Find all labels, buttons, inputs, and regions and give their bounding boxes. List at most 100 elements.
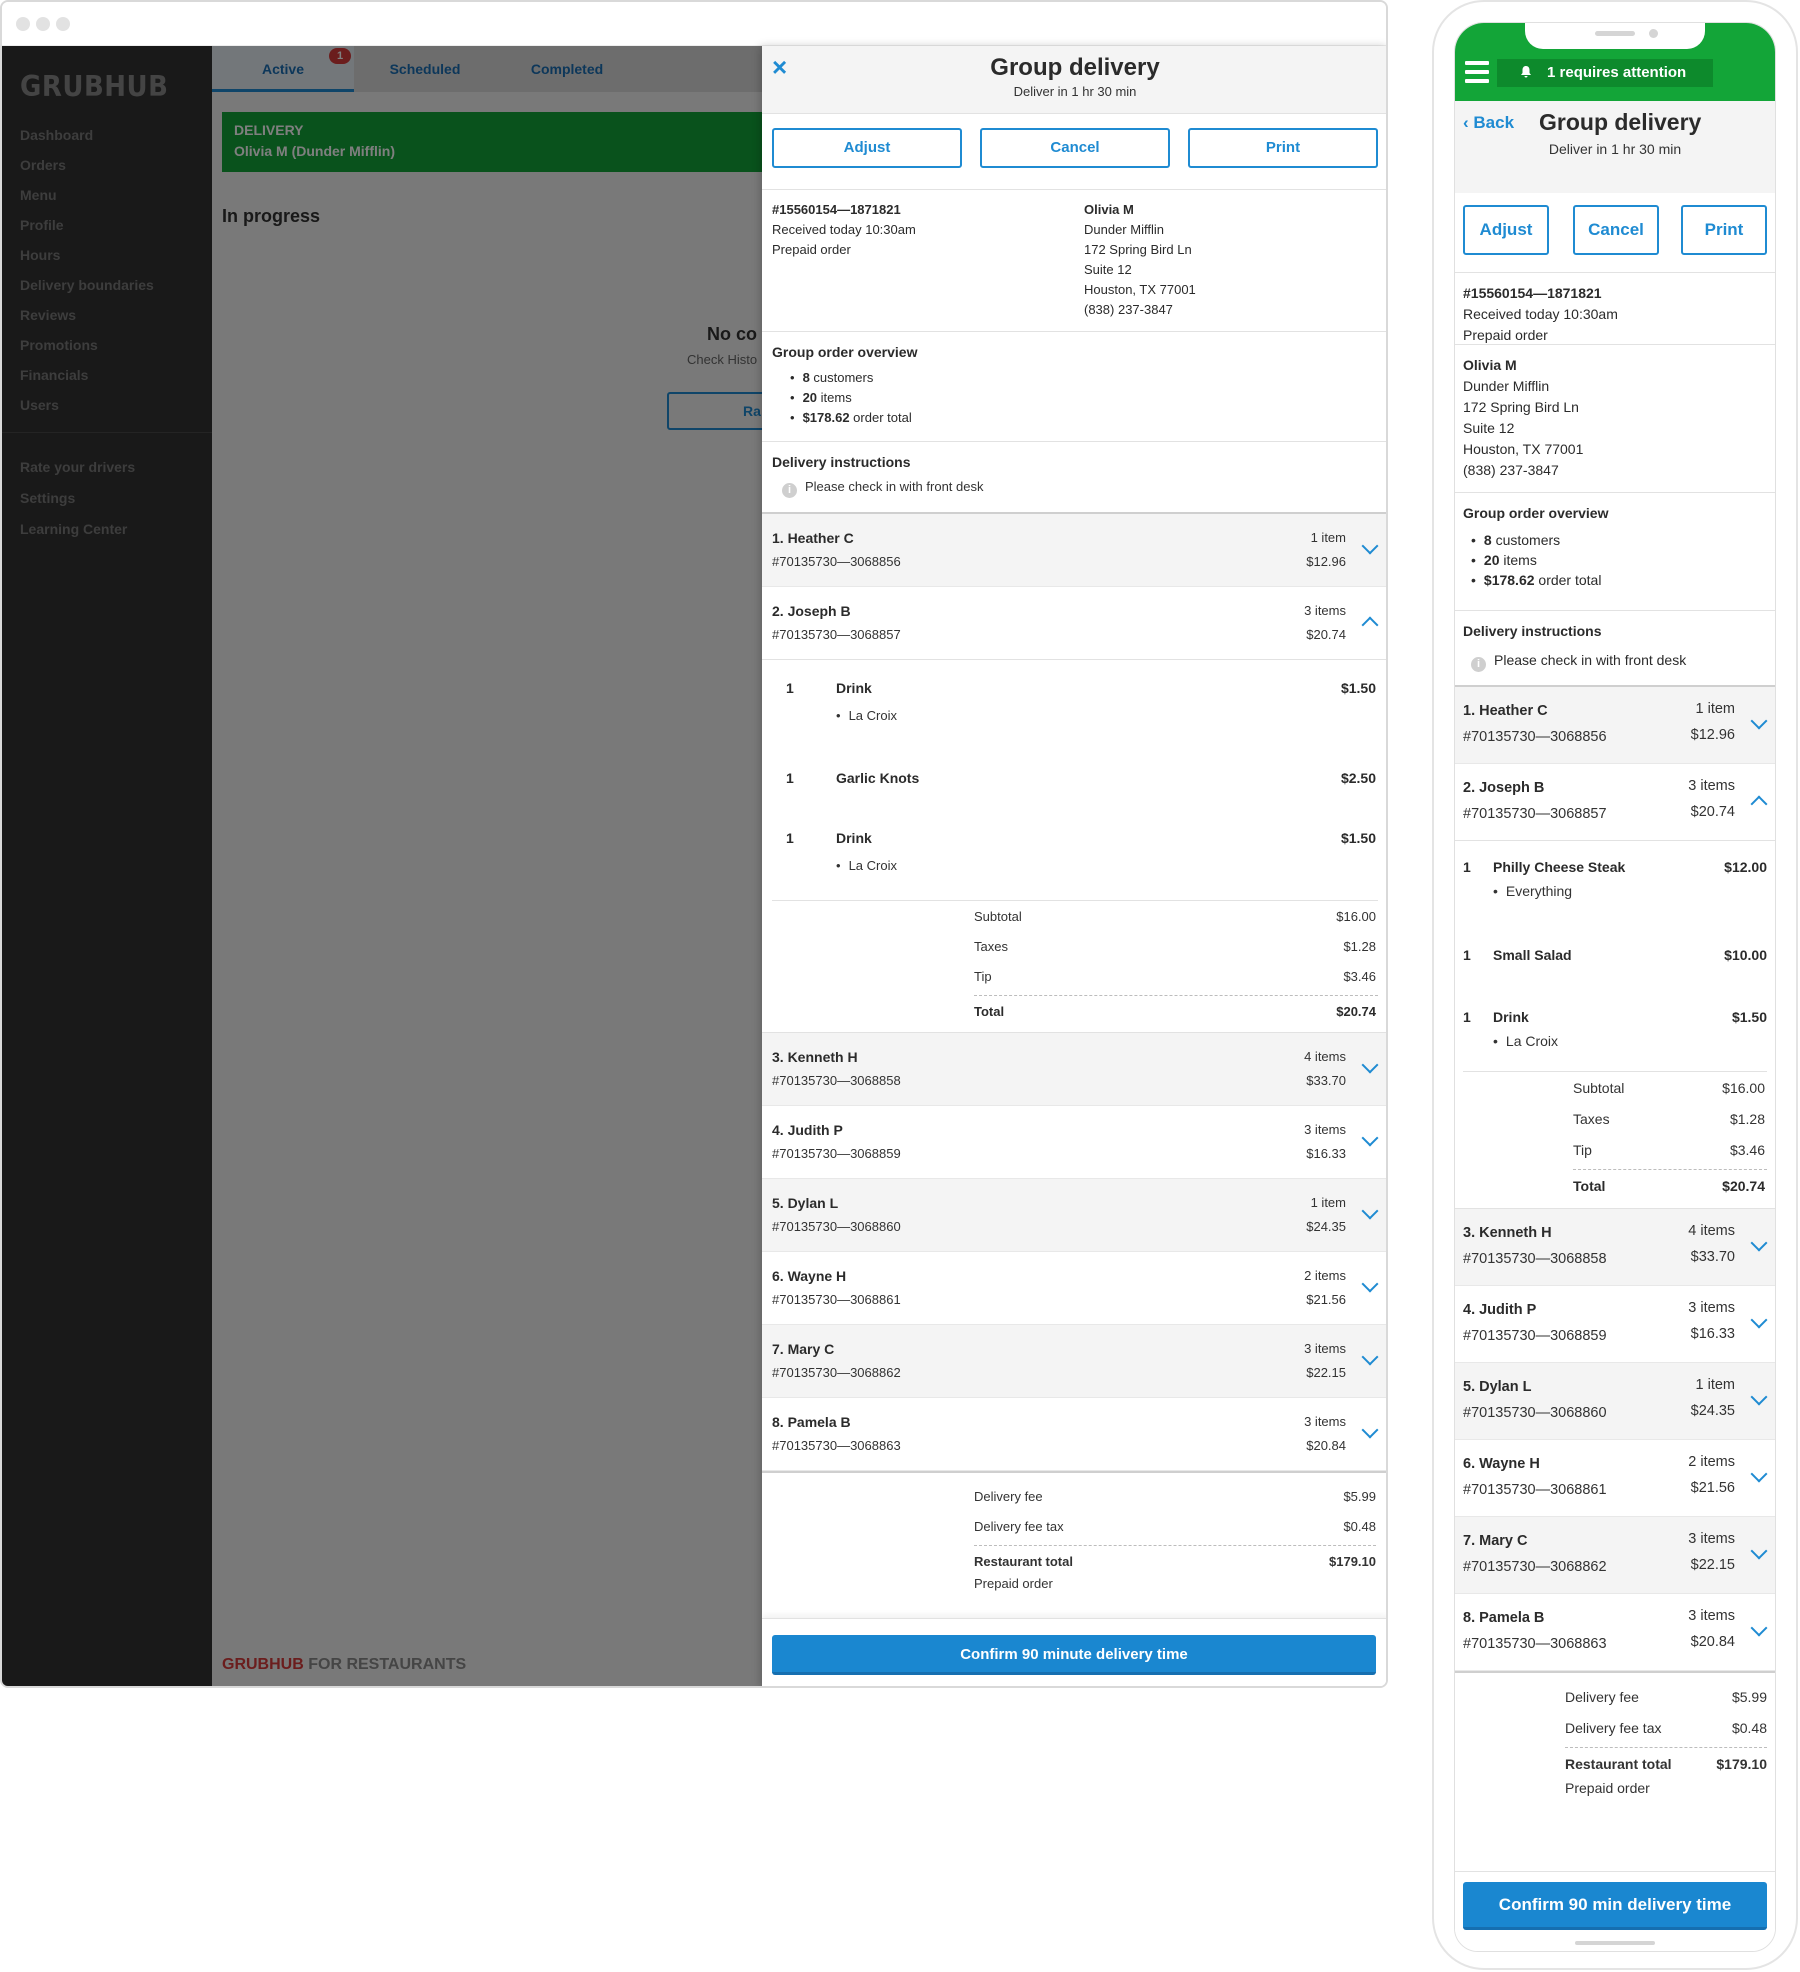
window-close-dot[interactable] (16, 17, 30, 31)
chevron-down-icon[interactable] (1750, 712, 1768, 730)
customer-row-name: 2. Joseph B (772, 603, 851, 619)
close-icon[interactable]: × (772, 54, 787, 80)
customer-row[interactable]: 7. Mary C #70135730—3068862 3 items $22.… (762, 1325, 1386, 1398)
customer-row[interactable]: 6. Wayne H #70135730—3068861 2 items $21… (762, 1252, 1386, 1325)
customer-street: 172 Spring Bird Ln (1463, 399, 1579, 415)
overview-total: $178.62 order total (1471, 570, 1767, 590)
customer-row[interactable]: 1. Heather C #70135730—3068856 1 item $1… (762, 514, 1386, 587)
customer-row[interactable]: 7. Mary C #70135730—3068862 3 items $22.… (1455, 1517, 1775, 1594)
restaurant-totals: Delivery fee $5.99 Delivery fee tax $0.48 … (762, 1471, 1386, 1601)
customer-suite: Suite 12 (1084, 262, 1132, 277)
print-button[interactable]: Print (1681, 205, 1767, 255)
chevron-down-icon[interactable] (1361, 1129, 1379, 1147)
customer-phone: (838) 237-3847 (1463, 462, 1559, 478)
chevron-down-icon[interactable] (1361, 1275, 1379, 1293)
customer-row[interactable]: 5. Dylan L #70135730—3068860 1 item $24.… (1455, 1363, 1775, 1440)
customer-row-order: #70135730—3068861 (772, 1292, 901, 1307)
customer-row-amount: $12.96 (1690, 727, 1735, 743)
customer-phone: (838) 237-3847 (1084, 302, 1173, 317)
chevron-down-icon[interactable] (1750, 1542, 1768, 1560)
chevron-down-icon[interactable] (1750, 1234, 1768, 1252)
customer-row-count: 2 items (1304, 1268, 1346, 1283)
bell-icon (1521, 66, 1531, 78)
customer-row-name: 7. Mary C (772, 1341, 835, 1357)
line-item: 1 Drink $1.50 La Croix (1455, 991, 1775, 1071)
item-name: Garlic Knots (836, 770, 920, 786)
item-price: $10.00 (1724, 947, 1767, 963)
customer-row-amount: $33.70 (1306, 1073, 1346, 1088)
item-option: La Croix (836, 858, 897, 873)
adjust-button[interactable]: Adjust (772, 128, 962, 168)
customer-row[interactable]: 3. Kenneth H #70135730—3068858 4 items $… (762, 1033, 1386, 1106)
chevron-down-icon[interactable] (1361, 1056, 1379, 1074)
customer-row-count: 4 items (1304, 1049, 1346, 1064)
phone-header: ‹ Back Group delivery Deliver in 1 hr 30… (1455, 101, 1775, 193)
customer-row-order: #70135730—3068862 (1463, 1559, 1607, 1575)
chevron-down-icon[interactable] (1361, 1348, 1379, 1366)
customer-row-name: 1. Heather C (772, 530, 854, 546)
customer-row[interactable]: 5. Dylan L #70135730—3068860 1 item $24.… (762, 1179, 1386, 1252)
customer-row-expanded[interactable]: 2. Joseph B #70135730—3068857 3 items $2… (1455, 764, 1775, 841)
confirm-delivery-time-button[interactable]: Confirm 90 minute delivery time (772, 1635, 1376, 1675)
customer-row-count: 1 item (1310, 530, 1346, 545)
restaurant-total-row: Restaurant total $179.10 (974, 1554, 1376, 1569)
tip-row: Tip $3.46 (974, 969, 1376, 984)
chevron-down-icon[interactable] (1361, 1421, 1379, 1439)
order-details: #15560154—1871821 Received today 10:30am… (772, 200, 916, 260)
order-payment: Prepaid order (1463, 327, 1548, 343)
item-name: Philly Cheese Steak (1493, 859, 1626, 875)
chevron-down-icon[interactable] (1750, 1311, 1768, 1329)
window-maximize-dot[interactable] (56, 17, 70, 31)
instructions-title: Delivery instructions (1463, 623, 1602, 639)
cancel-button[interactable]: Cancel (1573, 205, 1659, 255)
chevron-up-icon[interactable] (1361, 616, 1379, 634)
customer-totals: Subtotal $16.00 Taxes $1.28 Tip $3.46 Total… (772, 900, 1378, 1032)
phone-title: Group delivery (1539, 109, 1702, 135)
customer-row[interactable]: 8. Pamela B #70135730—3068863 3 items $2… (762, 1398, 1386, 1471)
order-info: #15560154—1871821 Received today 10:30am… (762, 190, 1386, 332)
customer-row-count: 4 items (1688, 1223, 1735, 1239)
chevron-up-icon[interactable] (1750, 795, 1768, 813)
delivery-instructions: Delivery instructions i Please check in w… (762, 442, 1386, 514)
customer-row-name: 5. Dylan L (772, 1195, 839, 1211)
customer-row-count: 1 item (1695, 701, 1736, 717)
window-minimize-dot[interactable] (36, 17, 50, 31)
chevron-down-icon[interactable] (1361, 1202, 1379, 1220)
customer-row[interactable]: 4. Judith P #70135730—3068859 3 items $1… (762, 1106, 1386, 1179)
chevron-down-icon[interactable] (1750, 1388, 1768, 1406)
attention-banner[interactable]: 1 requires attention (1497, 59, 1713, 87)
customer-row[interactable]: 1. Heather C #70135730—3068856 1 item $1… (1455, 687, 1775, 764)
item-price: $1.50 (1340, 830, 1376, 846)
customer-row[interactable]: 8. Pamela B #70135730—3068863 3 items $2… (1455, 1594, 1775, 1671)
hamburger-menu-icon[interactable] (1465, 61, 1489, 83)
print-button[interactable]: Print (1188, 128, 1378, 168)
line-item: 1 Small Salad $10.00 (1455, 929, 1775, 991)
chevron-down-icon[interactable] (1750, 1465, 1768, 1483)
customer-row[interactable]: 6. Wayne H #70135730—3068861 2 items $21… (1455, 1440, 1775, 1517)
adjust-button[interactable]: Adjust (1463, 205, 1549, 255)
customer-row-expanded[interactable]: 2. Joseph B #70135730—3068857 3 items $2… (762, 587, 1386, 660)
group-delivery-panel: × Group delivery Deliver in 1 hr 30 min … (762, 46, 1386, 1686)
customer-row[interactable]: 3. Kenneth H #70135730—3068858 4 items $… (1455, 1209, 1775, 1286)
phone-top-bar: 1 requires attention (1455, 23, 1775, 101)
customer-row[interactable]: 4. Judith P #70135730—3068859 3 items $1… (1455, 1286, 1775, 1363)
chevron-down-icon[interactable] (1750, 1619, 1768, 1637)
confirm-delivery-time-button[interactable]: Confirm 90 min delivery time (1463, 1882, 1767, 1930)
customer-row-amount: $20.74 (1690, 804, 1735, 820)
back-button[interactable]: ‹ Back (1463, 113, 1514, 133)
customer-row-order: #70135730—3068858 (1463, 1251, 1607, 1267)
customer-row-name: 1. Heather C (1463, 703, 1548, 719)
customer-row-count: 1 item (1310, 1195, 1346, 1210)
customer-row-name: 3. Kenneth H (1463, 1225, 1552, 1241)
overview-customers: 8 customers (1471, 530, 1767, 550)
window-titlebar (2, 2, 1386, 46)
cancel-button[interactable]: Cancel (980, 128, 1170, 168)
modal-backdrop[interactable] (2, 46, 762, 1686)
customer-row-amount: $24.35 (1690, 1403, 1735, 1419)
delivery-fee-row: Delivery fee $5.99 (974, 1489, 1376, 1504)
customer-row-count: 3 items (1304, 1122, 1346, 1137)
chevron-down-icon[interactable] (1361, 537, 1379, 555)
item-qty: 1 (1463, 859, 1471, 875)
front-camera (1649, 29, 1658, 38)
overview-items: 20 items (790, 388, 1378, 408)
